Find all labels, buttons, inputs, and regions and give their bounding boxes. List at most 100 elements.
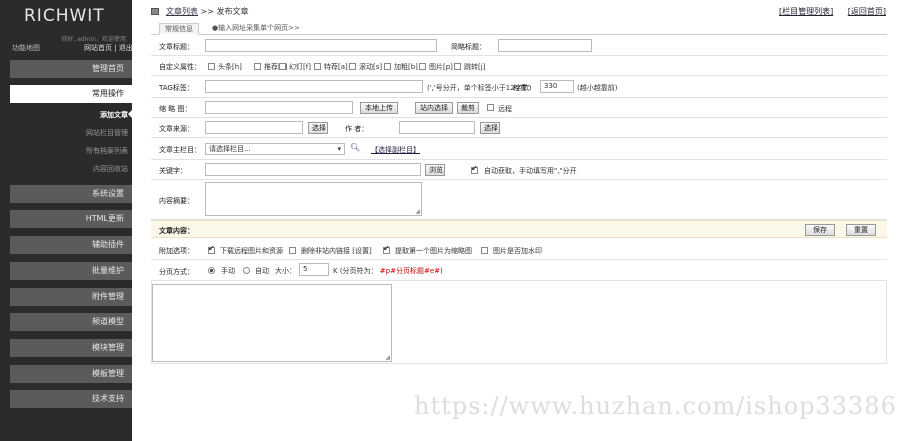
logo: RICHWIT bbox=[24, 6, 105, 26]
column-select[interactable]: 请选择栏目... ▾ bbox=[205, 143, 345, 155]
author-select-button[interactable]: 选择 bbox=[480, 122, 500, 134]
attr-h-label: 头条[h] bbox=[218, 63, 242, 71]
attr-s-label: 滚动[s] bbox=[359, 63, 383, 71]
tag-row: TAG标签： (','号分开，单个标签小于12字节) 权重： 330 (越小越靠… bbox=[151, 76, 887, 98]
remote-checkbox[interactable] bbox=[487, 104, 494, 111]
submenu-add-article[interactable]: 添加文章 bbox=[10, 110, 128, 120]
menu-modules[interactable]: 模块管理 bbox=[10, 339, 132, 357]
content-label: 文章内容： bbox=[159, 227, 194, 235]
thumb-row: 缩 略 图： 本地上传 站内选择 裁剪 远程 bbox=[151, 98, 887, 118]
summary-row: 内容摘要： ◢ bbox=[151, 180, 887, 220]
attr-label: 自定义属性： bbox=[159, 63, 201, 71]
save-button[interactable]: 保存 bbox=[805, 224, 835, 236]
menu-attachments[interactable]: 附件管理 bbox=[10, 288, 132, 306]
source-select-button[interactable]: 选择 bbox=[308, 122, 328, 134]
active-arrow-icon bbox=[128, 110, 132, 118]
menu-admin-home[interactable]: 管理首页 bbox=[10, 60, 132, 78]
reset-button[interactable]: 重置 bbox=[846, 224, 876, 236]
title-label: 文章标题： bbox=[159, 43, 194, 51]
attr-checkbox-f[interactable] bbox=[279, 63, 286, 70]
tab-bar: 常规信息 ●输入网址采集单个网页>> bbox=[151, 21, 887, 35]
keyword-row: 关键字： 浏览 自动获取，手动填写用","分开 bbox=[151, 160, 887, 180]
first-image-thumb-checkbox[interactable] bbox=[383, 244, 390, 254]
back-home-link[interactable]: [返回首页] bbox=[848, 7, 886, 16]
site-home-logout-links[interactable]: 网站首页 | 退出 bbox=[84, 43, 133, 53]
tag-input[interactable] bbox=[205, 80, 423, 93]
summary-label: 内容摘要： bbox=[159, 197, 194, 205]
menu-channel-model[interactable]: 频道模型 bbox=[10, 313, 132, 331]
keyword-browse-button[interactable]: 浏览 bbox=[425, 164, 445, 176]
weight-hint: (越小越靠前) bbox=[577, 84, 618, 92]
crop-button[interactable]: 裁剪 bbox=[457, 102, 479, 114]
attr-checkbox-h[interactable] bbox=[208, 63, 215, 70]
attr-f-label: 幻灯[f] bbox=[289, 63, 311, 71]
tab-collect-url[interactable]: ●输入网址采集单个网页>> bbox=[207, 23, 305, 35]
thumb-label: 缩 略 图： bbox=[159, 105, 192, 113]
attr-checkbox-s[interactable] bbox=[349, 63, 356, 70]
weight-input[interactable]: 330 bbox=[540, 80, 574, 93]
paging-manual-radio[interactable] bbox=[208, 267, 215, 274]
download-remote-checkbox[interactable] bbox=[208, 244, 215, 254]
title-row: 文章标题： 简略标题： bbox=[151, 36, 887, 56]
summary-textarea[interactable]: ◢ bbox=[205, 182, 422, 216]
paging-size-input[interactable]: 5 bbox=[299, 263, 329, 276]
paging-label: 分页方式： bbox=[159, 268, 194, 276]
attr-row: 自定义属性： 头条[h] 推荐[c] 幻灯[f] 特荐[a] 滚动[s] 加粗[… bbox=[151, 56, 887, 76]
download-remote-label: 下载远程图片和资源 bbox=[220, 247, 283, 255]
paging-auto-radio[interactable] bbox=[243, 267, 250, 274]
attr-a-label: 特荐[a] bbox=[324, 63, 348, 71]
watermark-checkbox[interactable] bbox=[481, 247, 488, 254]
keyword-input[interactable] bbox=[205, 163, 421, 176]
attr-checkbox-c[interactable] bbox=[254, 63, 261, 70]
sidebar: RICHWIT 你好, admin，欢迎使用 功能地图 网站首页 | 退出 管理… bbox=[0, 0, 133, 441]
breadcrumb-article-list[interactable]: 文章列表 bbox=[166, 7, 198, 16]
resize-handle-icon[interactable]: ◢ bbox=[415, 208, 420, 215]
paging-auto-label: 自动 bbox=[255, 267, 269, 275]
upload-button[interactable]: 本地上传 bbox=[360, 102, 398, 114]
submenu-all-archives[interactable]: 所有档案列表 bbox=[10, 146, 128, 156]
menu-common-ops[interactable]: 常用操作 bbox=[10, 85, 132, 103]
source-input[interactable] bbox=[205, 121, 303, 134]
breadcrumb-separator: >> bbox=[200, 7, 214, 16]
menu-html-update[interactable]: HTML更新 bbox=[10, 210, 132, 228]
editor-resize-handle-icon[interactable]: ◢ bbox=[385, 354, 390, 361]
attr-checkbox-b[interactable] bbox=[384, 63, 391, 70]
submenu-recycle-bin[interactable]: 内容回收站 bbox=[10, 164, 128, 174]
func-map-link[interactable]: 功能地图 bbox=[12, 43, 40, 53]
column-manage-list-link[interactable]: [栏目管理列表] bbox=[779, 7, 833, 16]
content-editor[interactable]: ◢ bbox=[152, 284, 392, 362]
submenu-column-manage[interactable]: 网站栏目管理 bbox=[10, 128, 128, 138]
remove-links-checkbox[interactable] bbox=[289, 247, 296, 254]
tag-label: TAG标签： bbox=[159, 84, 194, 92]
short-title-input[interactable] bbox=[498, 39, 592, 52]
paging-manual-label: 手动 bbox=[221, 267, 235, 275]
tab-general-info[interactable]: 常规信息 bbox=[159, 23, 199, 35]
thumb-input[interactable] bbox=[205, 101, 353, 114]
breadcrumb-current: 发布文章 bbox=[216, 7, 249, 16]
content-bar: 文章内容： 保存 重置 bbox=[151, 220, 887, 238]
column-select-value: 请选择栏目... bbox=[209, 145, 251, 153]
source-label: 文章来源： bbox=[159, 125, 194, 133]
author-input[interactable] bbox=[399, 121, 475, 134]
attr-checkbox-j[interactable] bbox=[454, 63, 461, 70]
auto-fetch-checkbox[interactable] bbox=[471, 164, 478, 174]
search-icon[interactable]: 🔍︎ bbox=[350, 143, 360, 152]
remote-label: 远程 bbox=[498, 105, 512, 113]
menu-templates[interactable]: 模板管理 bbox=[10, 365, 132, 383]
sub-column-link[interactable]: 【选择副栏目】 bbox=[371, 145, 420, 155]
attach-row: 附加选项： 下载远程图片和资源 删除非站内链接 [设置] 提取第一个图片为缩略图… bbox=[151, 240, 887, 260]
attr-checkbox-p[interactable] bbox=[419, 63, 426, 70]
title-input[interactable] bbox=[205, 39, 437, 52]
paging-row: 分页方式： 手动 自动 大小： 5 K (分页符为： #p#分页标题#e#) bbox=[151, 260, 887, 281]
attr-checkbox-a[interactable] bbox=[314, 63, 321, 70]
author-label: 作 者： bbox=[345, 125, 369, 133]
menu-support[interactable]: 技术支持 bbox=[10, 390, 132, 408]
menu-batch[interactable]: 批量维护 bbox=[10, 262, 132, 280]
remove-links-label: 删除非站内链接 [设置] bbox=[301, 247, 372, 255]
welcome-text: 你好, admin，欢迎使用 bbox=[61, 36, 126, 43]
menu-plugins[interactable]: 辅助插件 bbox=[10, 236, 132, 254]
site-select-button[interactable]: 站内选择 bbox=[415, 102, 453, 114]
paging-tag: #p#分页标题#e# bbox=[379, 267, 440, 275]
menu-system-settings[interactable]: 系统设置 bbox=[10, 185, 132, 203]
column-label: 文章主栏目： bbox=[159, 146, 201, 154]
